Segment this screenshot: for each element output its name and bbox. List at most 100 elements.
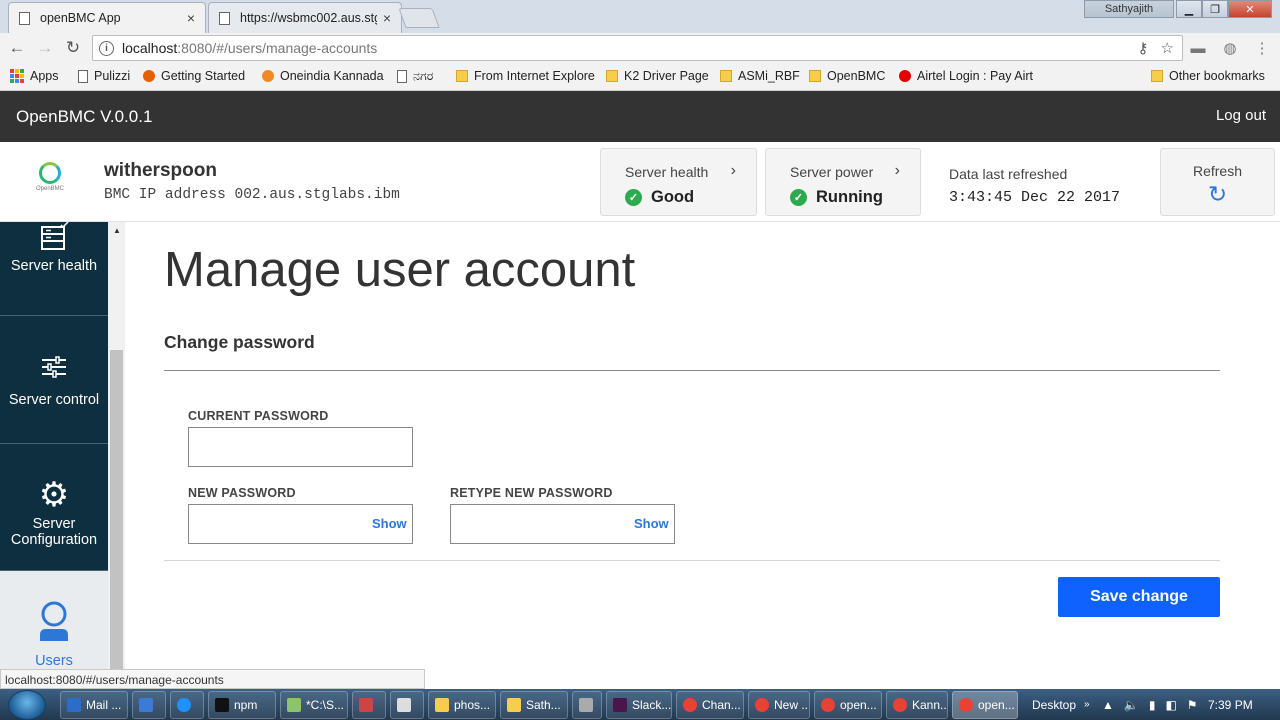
server-power-card[interactable]: Server power › ✓ Running [765,148,921,216]
nav-item-users[interactable]: Users [0,571,108,669]
taskbar-item-chrome-5[interactable]: open... [952,691,1018,719]
server-health-title: Server health [625,164,709,180]
taskbar-item-chrome-2[interactable]: New ... [748,691,810,719]
show-retype-password-button[interactable]: Show [634,516,669,531]
back-arrow-icon[interactable]: ← [6,37,28,59]
bookmark-airtel[interactable]: Airtel Login : Pay Airt [899,69,1033,83]
bookmark-asmi[interactable]: ASMi_RBF [720,69,800,83]
flag-icon[interactable]: ⚑ [1187,698,1198,712]
tray-expand-icon[interactable]: ▲ [1102,698,1114,712]
tab-close-icon[interactable]: × [187,10,195,26]
taskbar-item-chrome-4[interactable]: Kann... [886,691,948,719]
status-url-hint: localhost:8080/#/users/manage-accounts [0,669,425,689]
clock[interactable]: 7:39 PM [1208,689,1253,720]
forward-arrow-icon[interactable]: → [34,37,56,59]
bookmark-oneindia[interactable]: Oneindia Kannada [262,69,384,83]
server-health-card[interactable]: Server health › ✓ Good [600,148,757,216]
bookmark-k2-driver[interactable]: K2 Driver Page [606,69,709,83]
nav-label: Server health [10,258,98,274]
folder-icon [1151,70,1163,82]
desktop-toolbar[interactable]: Desktop» [1032,689,1090,720]
browser-tab-wsbmc[interactable]: https://wsbmc002.aus.stg × [208,2,402,33]
tab-close-icon[interactable]: × [383,10,391,26]
bookmark-apps[interactable]: Apps [10,69,59,83]
scrollbar-thumb[interactable] [110,350,123,669]
taskbar-item-ie[interactable] [170,691,204,719]
show-new-password-button[interactable]: Show [372,516,407,531]
taskbar-item-npm[interactable]: npm [208,691,276,719]
extension-icon[interactable]: ▬ [1188,38,1208,58]
extension-globe-icon[interactable]: ◍ [1220,38,1240,58]
server-power-title: Server power [790,164,874,180]
bookmark-label: K2 Driver Page [624,69,709,83]
current-password-input[interactable] [188,427,413,467]
bookmark-getting-started[interactable]: Getting Started [143,69,245,83]
folder-icon [606,70,618,82]
app-icon [139,698,153,712]
bookmark-openbmc[interactable]: OpenBMC [809,69,885,83]
bookmark-label: Oneindia Kannada [280,69,384,83]
taskbar-item-chrome-3[interactable]: open... [814,691,882,719]
system-tray: ▲ 🔈 ▮ ◧ ⚑ [1102,689,1198,720]
nav-item-server-health[interactable]: Server health [0,222,108,316]
server-health-value: Good [651,188,695,206]
profile-button[interactable]: Sathyajith [1084,0,1174,18]
section-divider [164,370,1220,371]
taskbar-item-notepad[interactable]: *C:\S... [280,691,348,719]
scroll-up-arrow-icon[interactable]: ▲ [113,226,121,235]
nav-item-server-configuration[interactable]: ⚙ Server Configuration [0,444,108,571]
main-content: Manage user account Change password CURR… [125,222,1280,669]
save-change-button[interactable]: Save change [1058,577,1220,617]
check-circle-icon: ✓ [625,189,642,206]
sidenav-scrollbar[interactable]: ▲ [108,222,125,669]
nav-item-server-control[interactable]: Server control [0,316,108,444]
chrome-icon [821,698,835,712]
address-bar[interactable]: i localhost:8080/#/users/manage-accounts… [92,35,1183,61]
taskbar-item-mail[interactable]: Mail ... [60,691,128,719]
taskbar-item-tool[interactable] [352,691,386,719]
start-button[interactable] [8,690,46,720]
network-icon[interactable]: ◧ [1165,698,1176,712]
tool-icon [359,698,373,712]
taskbar-item-phos[interactable]: phos... [428,691,496,719]
bookmark-nagara[interactable]: ನಗರ [397,69,433,84]
page-icon [397,70,407,83]
notepad-icon [287,698,301,712]
menu-kebab-icon[interactable]: ⋮ [1252,38,1272,58]
section-title: Change password [164,332,315,352]
signal-icon[interactable]: ▮ [1149,698,1156,712]
browser-tab-openbmc[interactable]: openBMC App × [8,2,206,33]
reload-icon[interactable]: ↻ [62,37,84,59]
taskbar-item-chrome-1[interactable]: Chan... [676,691,744,719]
taskbar-item-sath[interactable]: Sath... [500,691,568,719]
taskbar-item-slack[interactable]: Slack... [606,691,672,719]
volume-icon[interactable]: 🔈 [1124,698,1139,712]
new-tab-button[interactable] [398,8,440,28]
taskbar-item-app[interactable] [132,691,166,719]
logout-link[interactable]: Log out [1216,107,1266,124]
refresh-button[interactable]: Refresh ↻ [1160,148,1275,216]
cmd-icon [215,698,229,712]
bookmark-label: ನಗರ [413,69,434,83]
info-icon[interactable]: i [99,40,114,56]
chevron-right-icon: › [730,162,736,179]
bookmark-label: Other bookmarks [1169,69,1265,83]
window-close-button[interactable]: ✕ [1228,0,1272,18]
bookmark-label: Airtel Login : Pay Airt [917,69,1034,83]
star-icon[interactable]: ☆ [1161,39,1174,57]
taskbar-item-doc[interactable] [390,691,424,719]
user-icon [40,601,68,641]
oneindia-icon [262,70,274,82]
logo-mark [39,162,61,184]
chrome-icon [959,698,973,712]
maximize-button[interactable]: ❐ [1202,0,1228,18]
slack-icon [613,698,627,712]
bookmark-other[interactable]: Other bookmarks [1151,69,1265,83]
bookmark-pulizzi[interactable]: Pulizzi [78,69,130,83]
minimize-button[interactable]: ▁ [1176,0,1202,18]
profile-name: Sathyajith [1104,3,1154,15]
taskbar-item-monitor[interactable] [572,691,602,719]
key-icon[interactable]: ⚷ [1138,39,1149,57]
bookmark-from-ie[interactable]: From Internet Explore [456,69,595,83]
current-password-label: CURRENT PASSWORD [188,409,329,423]
